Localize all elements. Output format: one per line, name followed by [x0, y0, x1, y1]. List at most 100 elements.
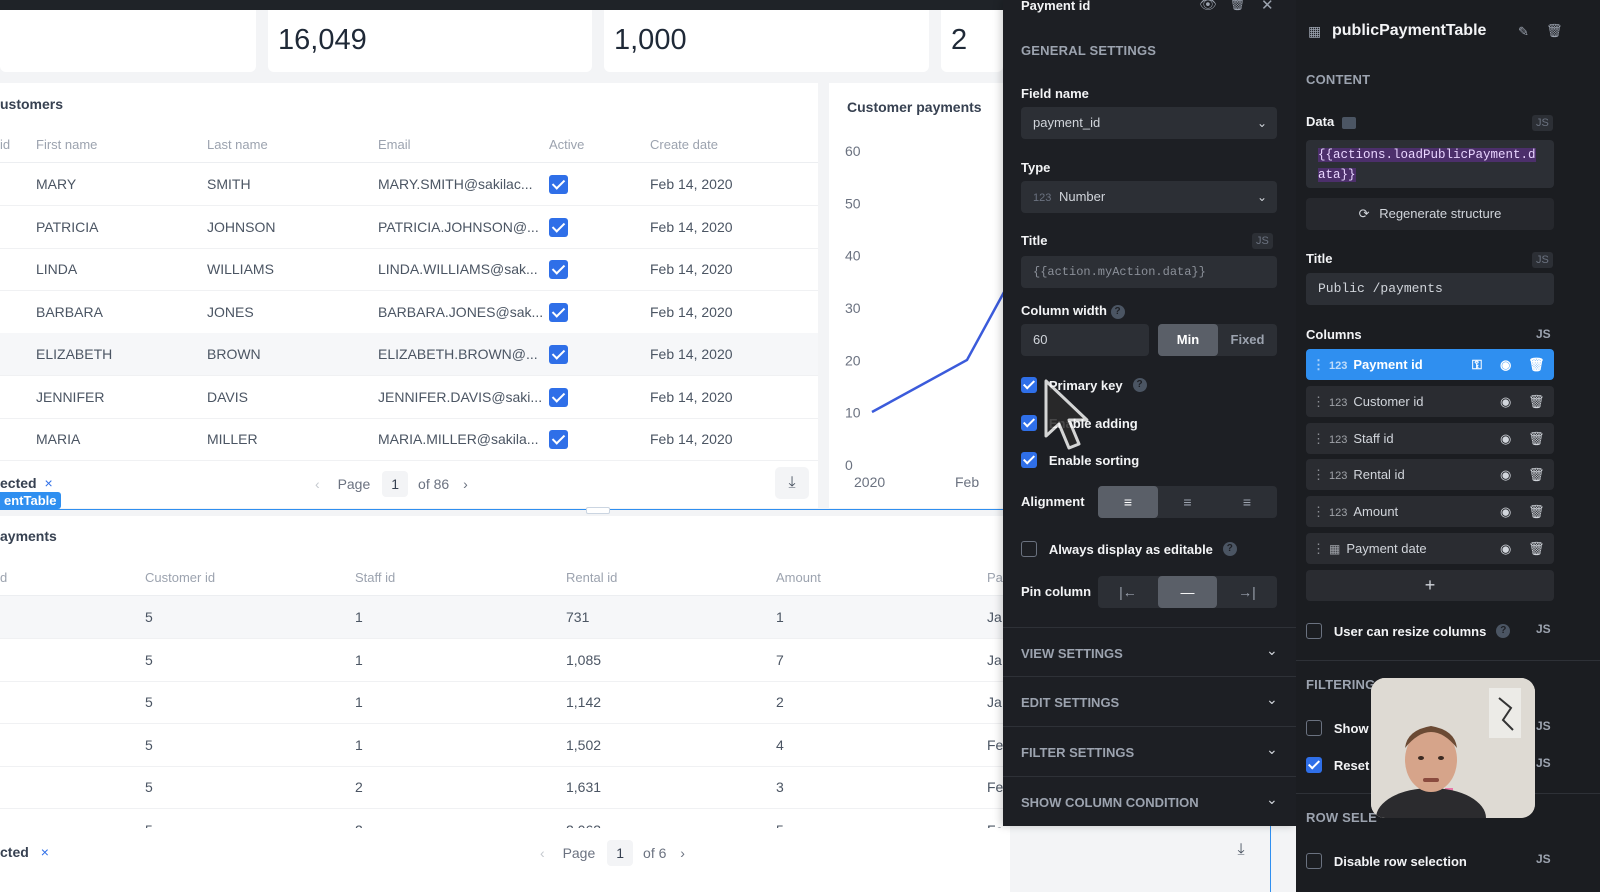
width-min-button[interactable]: Min	[1158, 324, 1218, 356]
drag-handle-icon[interactable]: ⋮	[1312, 541, 1325, 556]
checkbox[interactable]	[1021, 415, 1037, 432]
type-select[interactable]: 123 Number ⌄	[1021, 181, 1277, 213]
js-toggle[interactable]: JS	[1536, 852, 1551, 866]
close-icon[interactable]: ✕	[1261, 0, 1274, 14]
js-toggle[interactable]: JS	[1536, 327, 1551, 341]
checkbox[interactable]	[1306, 853, 1322, 870]
active-checkbox[interactable]	[549, 345, 568, 364]
drag-handle-icon[interactable]: ⋮	[1312, 357, 1325, 372]
table-row[interactable]: BARBARA JONES BARBARA.JONES@sak... Feb 14, …	[0, 291, 818, 334]
page-input[interactable]: 1	[382, 471, 409, 497]
trash-icon[interactable]: 🗑	[1528, 349, 1545, 380]
field-name-select[interactable]: payment_id ⌄	[1021, 107, 1277, 139]
align-left-icon[interactable]: ≡	[1098, 486, 1158, 518]
column-item[interactable]: ⋮ 123 Rental id ◉ 🗑	[1306, 459, 1554, 491]
add-column-button[interactable]: +	[1306, 570, 1554, 601]
reset-filter-checkbox[interactable]: Reset	[1306, 756, 1369, 774]
title-input[interactable]: {{action.myAction.data}}	[1021, 256, 1277, 288]
column-header[interactable]: id	[0, 137, 10, 152]
column-header[interactable]: Staff id	[355, 570, 395, 585]
eye-icon[interactable]: ◉	[1500, 386, 1511, 417]
enable-sorting-checkbox[interactable]: Enable sorting	[1021, 451, 1139, 469]
table-row[interactable]: LINDA WILLIAMS LINDA.WILLIAMS@sak... Feb 14…	[0, 248, 818, 291]
column-item[interactable]: ⋮ 123 Payment id ⚿ ◉ 🗑	[1306, 349, 1554, 380]
column-header[interactable]: d	[0, 570, 7, 585]
show-condition-section[interactable]: SHOW COLUMN CONDITION ⌄	[1003, 777, 1296, 826]
eye-icon[interactable]: ◉	[1500, 459, 1511, 490]
align-center-icon[interactable]: ≡	[1158, 486, 1217, 518]
pin-none-icon[interactable]: —	[1158, 576, 1217, 608]
help-icon[interactable]: ?	[1132, 378, 1147, 393]
js-toggle[interactable]: JS	[1536, 756, 1551, 770]
column-header[interactable]: Amount	[776, 570, 821, 585]
table-row[interactable]: 5 1 731 1 Ja	[0, 596, 1010, 639]
table-row[interactable]: MARY SMITH MARY.SMITH@sakilac... Feb 14, 20…	[0, 163, 818, 206]
table-row[interactable]: 5 1 1,502 4 Fe	[0, 724, 1010, 767]
column-header[interactable]: Create date	[650, 137, 718, 152]
column-width-input[interactable]: 60	[1021, 324, 1149, 356]
eye-icon[interactable]: ◉	[1500, 349, 1511, 380]
help-icon[interactable]: ?	[1222, 542, 1237, 557]
column-item[interactable]: ⋮ 123 Amount ◉ 🗑	[1306, 496, 1554, 528]
help-icon[interactable]: ?	[1496, 624, 1511, 639]
active-checkbox[interactable]	[549, 302, 568, 322]
checkbox[interactable]	[1306, 720, 1322, 737]
eye-icon[interactable]: 👁	[1199, 0, 1217, 13]
column-header[interactable]: Last name	[207, 137, 268, 152]
table-row[interactable]: 5 1 1,085 7 Ja	[0, 639, 1010, 682]
download-button[interactable]: ⤓	[1224, 834, 1258, 866]
help-icon[interactable]: ?	[1110, 304, 1125, 319]
column-item[interactable]: ⋮ 123 Staff id ◉ 🗑	[1306, 422, 1554, 454]
clear-selection-icon[interactable]: ×	[44, 475, 52, 491]
trash-icon[interactable]: 🗑	[1546, 23, 1563, 39]
component-tag[interactable]: entTable	[0, 492, 61, 509]
active-checkbox[interactable]	[549, 175, 568, 194]
checkbox[interactable]	[1021, 541, 1037, 558]
table-row[interactable]: JENNIFER DAVIS JENNIFER.DAVIS@saki... Feb 1…	[0, 376, 818, 419]
column-item[interactable]: ⋮ 123 Customer id ◉ 🗑	[1306, 385, 1554, 417]
js-toggle[interactable]: JS	[1536, 622, 1551, 636]
column-header[interactable]: Active	[549, 137, 584, 152]
filter-settings-section[interactable]: FILTER SETTINGS ⌄	[1003, 727, 1296, 776]
trash-icon[interactable]: 🗑	[1528, 423, 1545, 454]
drag-handle-icon[interactable]: ⋮	[1312, 394, 1325, 409]
column-header[interactable]: Rental id	[566, 570, 617, 585]
always-editable-checkbox[interactable]: Always display as editable ?	[1021, 540, 1237, 558]
table-row[interactable]: ELIZABETH BROWN ELIZABETH.BROWN@... Feb 14,…	[0, 333, 818, 376]
eye-icon[interactable]: ◉	[1500, 533, 1511, 564]
checkbox[interactable]	[1306, 757, 1322, 774]
width-fixed-button[interactable]: Fixed	[1218, 324, 1277, 356]
js-toggle[interactable]: JS	[1252, 233, 1273, 249]
eye-icon[interactable]: ◉	[1500, 423, 1511, 454]
pin-left-icon[interactable]: |←	[1098, 576, 1158, 608]
edit-settings-section[interactable]: EDIT SETTINGS ⌄	[1003, 677, 1296, 726]
drag-handle-icon[interactable]: ⋮	[1312, 504, 1325, 519]
table-row[interactable]: 5 1 1,142 2 Ja	[0, 681, 1010, 724]
next-page-icon[interactable]: ›	[680, 845, 685, 861]
table-row[interactable]: PATRICIA JOHNSON PATRICIA.JOHNSON@... Feb 1…	[0, 206, 818, 249]
js-toggle[interactable]: JS	[1532, 115, 1553, 131]
trash-icon[interactable]: 🗑	[1528, 496, 1545, 527]
drag-handle-icon[interactable]: ⋮	[1312, 431, 1325, 446]
column-header[interactable]: First name	[36, 137, 97, 152]
active-checkbox[interactable]	[549, 430, 568, 449]
trash-icon[interactable]: 🗑	[1528, 459, 1545, 490]
active-checkbox[interactable]	[549, 387, 568, 407]
trash-icon[interactable]: 🗑	[1528, 386, 1545, 417]
page-input[interactable]: 1	[607, 840, 634, 866]
column-item[interactable]: ⋮ ▦ Payment date ◉ 🗑	[1306, 533, 1554, 564]
resize-handle[interactable]	[586, 507, 610, 514]
clear-selection-icon[interactable]: ×	[41, 844, 49, 860]
table-row[interactable]: MARIA MILLER MARIA.MILLER@sakila... Feb 14,…	[0, 418, 818, 461]
eye-icon[interactable]: ◉	[1500, 496, 1511, 527]
js-toggle[interactable]: JS	[1536, 719, 1551, 733]
column-header[interactable]: Email	[378, 137, 411, 152]
drag-handle-icon[interactable]: ⋮	[1312, 467, 1325, 482]
title-input[interactable]: Public /payments	[1306, 273, 1554, 305]
download-button[interactable]: ⤓	[775, 467, 809, 499]
disable-row-selection-checkbox[interactable]: Disable row selection	[1306, 852, 1467, 870]
active-checkbox[interactable]	[549, 260, 568, 279]
checkbox[interactable]	[1021, 377, 1037, 394]
checkbox[interactable]	[1021, 452, 1037, 469]
resize-columns-checkbox[interactable]: User can resize columns ?	[1306, 622, 1511, 640]
